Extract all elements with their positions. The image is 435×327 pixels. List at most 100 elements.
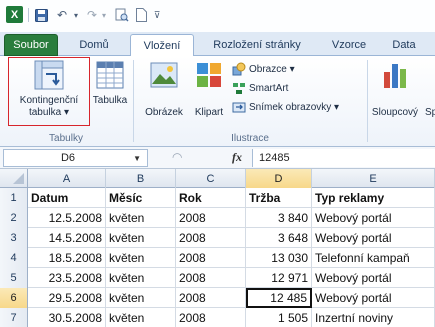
name-box-value: D6 — [60, 152, 76, 164]
row-header[interactable]: 3 — [0, 228, 28, 248]
table-row: 2 12.5.2008 květen 2008 3 840 Webový portál — [0, 208, 435, 228]
grid-cell[interactable]: Rok — [176, 188, 246, 208]
redo-icon[interactable]: ↷ — [84, 7, 100, 23]
pivot-table-button[interactable]: Kontingenční tabulka ▾ — [8, 60, 90, 119]
row-header[interactable]: 6 — [0, 288, 28, 308]
table-button[interactable]: Tabulka — [90, 60, 130, 107]
grid-cell[interactable]: Tržba — [246, 188, 312, 208]
tab-file[interactable]: Soubor — [4, 34, 58, 56]
table-row: 6 29.5.2008 květen 2008 12 485 Webový portál — [0, 288, 435, 308]
tab-insert[interactable]: Vložení — [130, 34, 194, 57]
grid-cell[interactable]: Webový portál — [312, 268, 435, 288]
clipart-label: Klipart — [194, 107, 224, 118]
grid-cell[interactable]: květen — [106, 268, 176, 288]
smartart-button[interactable]: SmartArt — [232, 81, 288, 95]
column-chart-label: Sloupcový — [371, 107, 419, 118]
clipart-button[interactable]: Klipart — [190, 60, 228, 119]
grid-cell[interactable]: 23.5.2008 — [28, 268, 106, 288]
row-header[interactable]: 7 — [0, 308, 28, 327]
table-row: 5 23.5.2008 květen 2008 12 971 Webový portál — [0, 268, 435, 288]
pivot-table-label-2: tabulka ▾ — [28, 107, 70, 118]
grid-cell[interactable]: Typ reklamy — [312, 188, 435, 208]
smartart-icon — [233, 83, 245, 94]
save-icon[interactable] — [34, 7, 48, 23]
grid-cell[interactable]: 3 840 — [246, 208, 312, 228]
grid-cell[interactable]: 12.5.2008 — [28, 208, 106, 228]
formula-bar: D6 ▼ ◠ fx 12485 — [0, 147, 435, 169]
column-header-a[interactable]: A — [28, 169, 106, 188]
grid-cell[interactable]: 12 971 — [246, 268, 312, 288]
grid-cell[interactable]: květen — [106, 208, 176, 228]
column-header-row: A B C D E — [0, 169, 435, 188]
grid-cell[interactable]: Inzertní noviny — [312, 308, 435, 327]
column-header-d[interactable]: D — [246, 169, 312, 188]
print-preview-icon[interactable] — [114, 7, 130, 23]
column-chart-button[interactable]: Sloupcový — [370, 60, 420, 119]
active-cell[interactable]: 12 485 — [246, 288, 312, 308]
table-row: 7 30.5.2008 květen 2008 1 505 Inzertní noviny — [0, 308, 435, 327]
tables-group-label: Tabulky — [49, 133, 83, 144]
picture-button[interactable]: Obrázek — [140, 60, 188, 119]
column-chart-icon — [384, 64, 406, 88]
picture-label: Obrázek — [145, 107, 183, 118]
column-header-b[interactable]: B — [106, 169, 176, 188]
grid-cell[interactable]: 30.5.2008 — [28, 308, 106, 327]
redo-dropdown-icon[interactable]: ▾ — [100, 7, 108, 23]
ribbon-insert: Kontingenční tabulka ▾ Tabulka Tabulky O… — [0, 56, 435, 147]
illustrations-group-label: Ilustrace — [231, 133, 269, 144]
grid-cell[interactable]: květen — [106, 248, 176, 268]
name-box[interactable]: D6 ▼ — [3, 149, 148, 167]
column-header-c[interactable]: C — [176, 169, 246, 188]
excel-icon[interactable]: X — [6, 6, 23, 23]
grid-cell[interactable]: 1 505 — [246, 308, 312, 327]
new-document-icon[interactable] — [134, 7, 148, 23]
table-icon — [96, 61, 124, 89]
row-header[interactable]: 4 — [0, 248, 28, 268]
shapes-button[interactable]: Obrazce ▾ — [232, 62, 295, 76]
tab-formulas[interactable]: Vzorce — [322, 34, 376, 56]
next-chart-label[interactable]: Sp — [425, 107, 435, 119]
grid-cell[interactable]: 2008 — [176, 248, 246, 268]
tab-page-layout[interactable]: Rozložení stránky — [202, 34, 312, 56]
pivot-table-label-1: Kontingenční — [19, 95, 79, 106]
cancel-entry-icon[interactable]: ◠ — [172, 150, 182, 164]
screenshot-button[interactable]: Snímek obrazovky ▾ — [232, 100, 339, 114]
grid-cell[interactable]: 3 648 — [246, 228, 312, 248]
grid-cell[interactable]: 2008 — [176, 308, 246, 327]
select-all-corner[interactable] — [0, 169, 28, 188]
illustrations-group: Obrázek Klipart Obrazce ▾ SmartArt Sníme… — [134, 56, 366, 146]
grid-cell[interactable]: 2008 — [176, 268, 246, 288]
grid-cell[interactable]: květen — [106, 308, 176, 327]
tables-group: Kontingenční tabulka ▾ Tabulka Tabulky — [0, 56, 132, 146]
tab-home[interactable]: Domů — [70, 34, 118, 56]
grid-cell[interactable]: 29.5.2008 — [28, 288, 106, 308]
formula-input[interactable]: 12485 — [252, 149, 435, 167]
row-header[interactable]: 1 — [0, 188, 28, 208]
row-header[interactable]: 5 — [0, 268, 28, 288]
grid-cell[interactable]: květen — [106, 228, 176, 248]
grid-cell[interactable]: 14.5.2008 — [28, 228, 106, 248]
grid-cell[interactable]: Webový portál — [312, 288, 435, 308]
grid-cell[interactable]: Telefonní kampaň — [312, 248, 435, 268]
table-label: Tabulka — [92, 95, 128, 106]
grid-cell[interactable]: 2008 — [176, 288, 246, 308]
grid-cell[interactable]: 13 030 — [246, 248, 312, 268]
table-row: 1 Datum Měsíc Rok Tržba Typ reklamy — [0, 188, 435, 208]
grid-cell[interactable]: Datum — [28, 188, 106, 208]
undo-dropdown-icon[interactable]: ▾ — [72, 7, 80, 23]
grid-cell[interactable]: Webový portál — [312, 228, 435, 248]
grid-cell[interactable]: 18.5.2008 — [28, 248, 106, 268]
grid-cell[interactable]: Měsíc — [106, 188, 176, 208]
row-header[interactable]: 2 — [0, 208, 28, 228]
grid-cell[interactable]: 2008 — [176, 208, 246, 228]
name-box-dropdown-icon[interactable]: ▼ — [133, 154, 141, 163]
grid-cell[interactable]: 2008 — [176, 228, 246, 248]
undo-icon[interactable]: ↶ — [54, 7, 70, 23]
grid-cell[interactable]: květen — [106, 288, 176, 308]
grid-cell[interactable]: Webový portál — [312, 208, 435, 228]
insert-function-icon[interactable]: fx — [232, 150, 242, 165]
column-header-e[interactable]: E — [312, 169, 435, 188]
screenshot-label: Snímek obrazovky ▾ — [249, 101, 340, 113]
customize-qat-icon[interactable]: ⊽ — [152, 7, 162, 23]
tab-data[interactable]: Data — [382, 34, 426, 56]
